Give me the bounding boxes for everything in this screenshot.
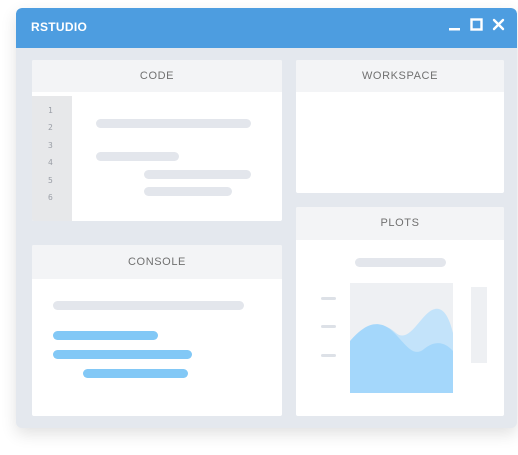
- line-number: 2: [48, 123, 53, 132]
- plots-panel-header: PLOTS: [296, 207, 504, 240]
- code-panel-header: CODE: [32, 60, 282, 92]
- line-number: 3: [48, 141, 53, 150]
- line-number: 6: [48, 193, 53, 202]
- minimize-icon[interactable]: [448, 18, 461, 31]
- line-number: 1: [48, 106, 53, 115]
- code-line-placeholder: [144, 187, 232, 196]
- axis-tick: [321, 325, 336, 328]
- console-panel-header: CONSOLE: [32, 245, 282, 279]
- maximize-icon[interactable]: [470, 18, 483, 31]
- window-controls: [448, 18, 505, 31]
- code-line-placeholder: [96, 152, 179, 161]
- workspace-panel[interactable]: WORKSPACE: [296, 60, 504, 193]
- plots-panel[interactable]: PLOTS: [296, 207, 504, 416]
- code-panel[interactable]: CODE 1 2 3 4 5 6: [32, 60, 282, 221]
- close-icon[interactable]: [492, 18, 505, 31]
- line-number-gutter: 1 2 3 4 5 6: [32, 96, 72, 221]
- console-input-placeholder: [53, 331, 158, 340]
- plot-area: [350, 283, 453, 393]
- workspace-panel-header: WORKSPACE: [296, 60, 504, 92]
- code-line-placeholder: [96, 119, 251, 128]
- console-input-placeholder: [83, 369, 188, 378]
- area-chart-graphic: [350, 308, 453, 393]
- code-line-placeholder: [144, 170, 251, 179]
- console-output-placeholder: [53, 301, 244, 310]
- console-input-placeholder: [53, 350, 192, 359]
- plot-title-placeholder: [355, 258, 446, 267]
- axis-tick: [321, 297, 336, 300]
- title-bar[interactable]: RSTUDIO: [16, 8, 517, 48]
- console-panel[interactable]: CONSOLE: [32, 245, 282, 416]
- app-title: RSTUDIO: [31, 20, 88, 34]
- line-number: 5: [48, 176, 53, 185]
- rstudio-window: RSTUDIO CODE 1 2 3 4 5 6 WORKSPACE CONSO…: [16, 8, 517, 428]
- axis-tick: [321, 354, 336, 357]
- line-number: 4: [48, 158, 53, 167]
- plot-scrollbar[interactable]: [471, 287, 487, 363]
